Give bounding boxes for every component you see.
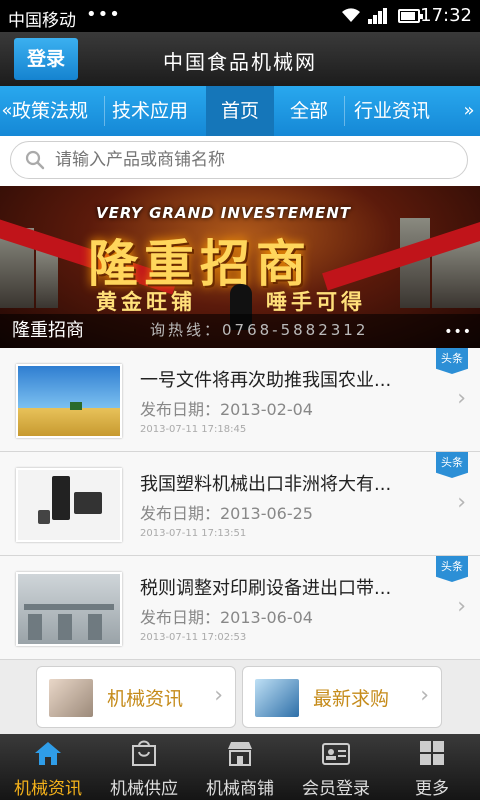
news-thumbnail <box>16 572 122 646</box>
headline-badge: 头条 <box>436 556 468 582</box>
news-title: 税则调整对印刷设备进出口带... <box>140 578 392 599</box>
tab-machinery-supply[interactable]: 机械供应 <box>96 734 192 800</box>
banner-caption: 隆重招商 <box>12 320 84 341</box>
tab-label: 更多 <box>415 779 449 799</box>
clock-time: 17:32 <box>420 5 472 26</box>
bottom-tab-bar: 机械资讯 机械供应 机械商铺 会员登录 更多 <box>0 734 480 800</box>
battery-icon <box>398 9 423 23</box>
quick-link-label: 机械资讯 <box>107 688 184 710</box>
tab-home[interactable]: 首页 <box>206 86 274 136</box>
member-card-icon <box>322 743 350 765</box>
app-header: 登录 中国食品机械网 <box>0 32 480 86</box>
home-icon <box>35 742 61 765</box>
tab-label: 会员登录 <box>302 779 370 799</box>
news-publish-date: 发布日期：2013-06-25 <box>140 504 313 523</box>
news-publish-date: 发布日期：2013-02-04 <box>140 400 313 419</box>
tab-more[interactable]: 更多 <box>384 734 480 800</box>
nav-scroll-right-icon[interactable]: » <box>462 86 476 136</box>
machinery-news-icon <box>49 679 93 717</box>
latest-requests-button[interactable]: 最新求购 › <box>242 666 442 728</box>
news-thumbnail <box>16 468 122 542</box>
shop-icon <box>228 742 252 766</box>
banner-page-dots: ••• <box>444 324 472 340</box>
banner-hotline: 询热线：0768-5882312 <box>150 321 369 339</box>
grid-icon <box>420 741 444 765</box>
tab-industry-news[interactable]: 行业资讯 <box>354 86 430 136</box>
chevron-right-icon: › <box>420 683 429 708</box>
banner-slogan-left: 黄金旺铺 <box>96 290 196 314</box>
tab-machinery-shops[interactable]: 机械商铺 <box>192 734 288 800</box>
banner-slogan-right: 唾手可得 <box>266 290 366 314</box>
machinery-news-button[interactable]: 机械资讯 › <box>36 666 236 728</box>
headline-badge: 头条 <box>436 452 468 478</box>
news-item[interactable]: 税则调整对印刷设备进出口带... 发布日期：2013-06-04 2013-07… <box>0 556 480 660</box>
news-timestamp: 2013-07-11 17:02:53 <box>140 632 247 643</box>
signal-icon <box>368 8 388 24</box>
quick-link-label: 最新求购 <box>313 688 390 710</box>
tab-machinery-news[interactable]: 机械资讯 <box>0 734 96 800</box>
bag-icon <box>132 740 156 766</box>
tab-policy[interactable]: 政策法规 <box>6 86 94 136</box>
search-bar <box>0 136 480 186</box>
tab-label: 机械供应 <box>110 779 178 799</box>
search-icon <box>25 150 45 170</box>
news-thumbnail <box>16 364 122 438</box>
news-timestamp: 2013-07-11 17:13:51 <box>140 528 247 539</box>
carrier-name: 中国移动 <box>8 11 76 31</box>
tab-technology[interactable]: 技术应用 <box>110 86 190 136</box>
chevron-right-icon: › <box>457 594 466 619</box>
promo-banner[interactable]: VERY GRAND INVESTEMENT 隆重招商 黄金旺铺 唾手可得 询热… <box>0 186 480 348</box>
news-item[interactable]: 一号文件将再次助推我国农业... 发布日期：2013-02-04 2013-07… <box>0 348 480 452</box>
status-bar: 中国移动 ••• 17:32 <box>0 0 480 32</box>
tab-member-login[interactable]: 会员登录 <box>288 734 384 800</box>
page-title: 中国食品机械网 <box>163 50 317 74</box>
notification-dots: ••• <box>86 4 121 25</box>
latest-requests-icon <box>255 679 299 717</box>
chevron-right-icon: › <box>457 386 466 411</box>
chevron-right-icon: › <box>457 490 466 515</box>
news-title: 我国塑料机械出口非洲将大有... <box>140 474 392 495</box>
search-box[interactable] <box>10 141 468 179</box>
tab-all[interactable]: 全部 <box>274 86 344 136</box>
news-timestamp: 2013-07-11 17:18:45 <box>140 424 247 435</box>
tab-label: 机械资讯 <box>14 779 82 799</box>
headline-badge: 头条 <box>436 348 468 374</box>
news-title: 一号文件将再次助推我国农业... <box>140 370 392 391</box>
news-item[interactable]: 我国塑料机械出口非洲将大有... 发布日期：2013-06-25 2013-07… <box>0 452 480 556</box>
banner-english-text: VERY GRAND INVESTEMENT <box>96 204 352 222</box>
chevron-right-icon: › <box>214 683 223 708</box>
wifi-icon <box>342 8 360 22</box>
news-list: 一号文件将再次助推我国农业... 发布日期：2013-02-04 2013-07… <box>0 348 480 660</box>
tab-label: 机械商铺 <box>206 779 274 799</box>
search-input[interactable] <box>55 142 455 178</box>
news-publish-date: 发布日期：2013-06-04 <box>140 608 313 627</box>
quick-links: 机械资讯 › 最新求购 › <box>0 660 480 734</box>
category-nav: « 政策法规 技术应用 首页 全部 行业资讯 » <box>0 86 480 136</box>
